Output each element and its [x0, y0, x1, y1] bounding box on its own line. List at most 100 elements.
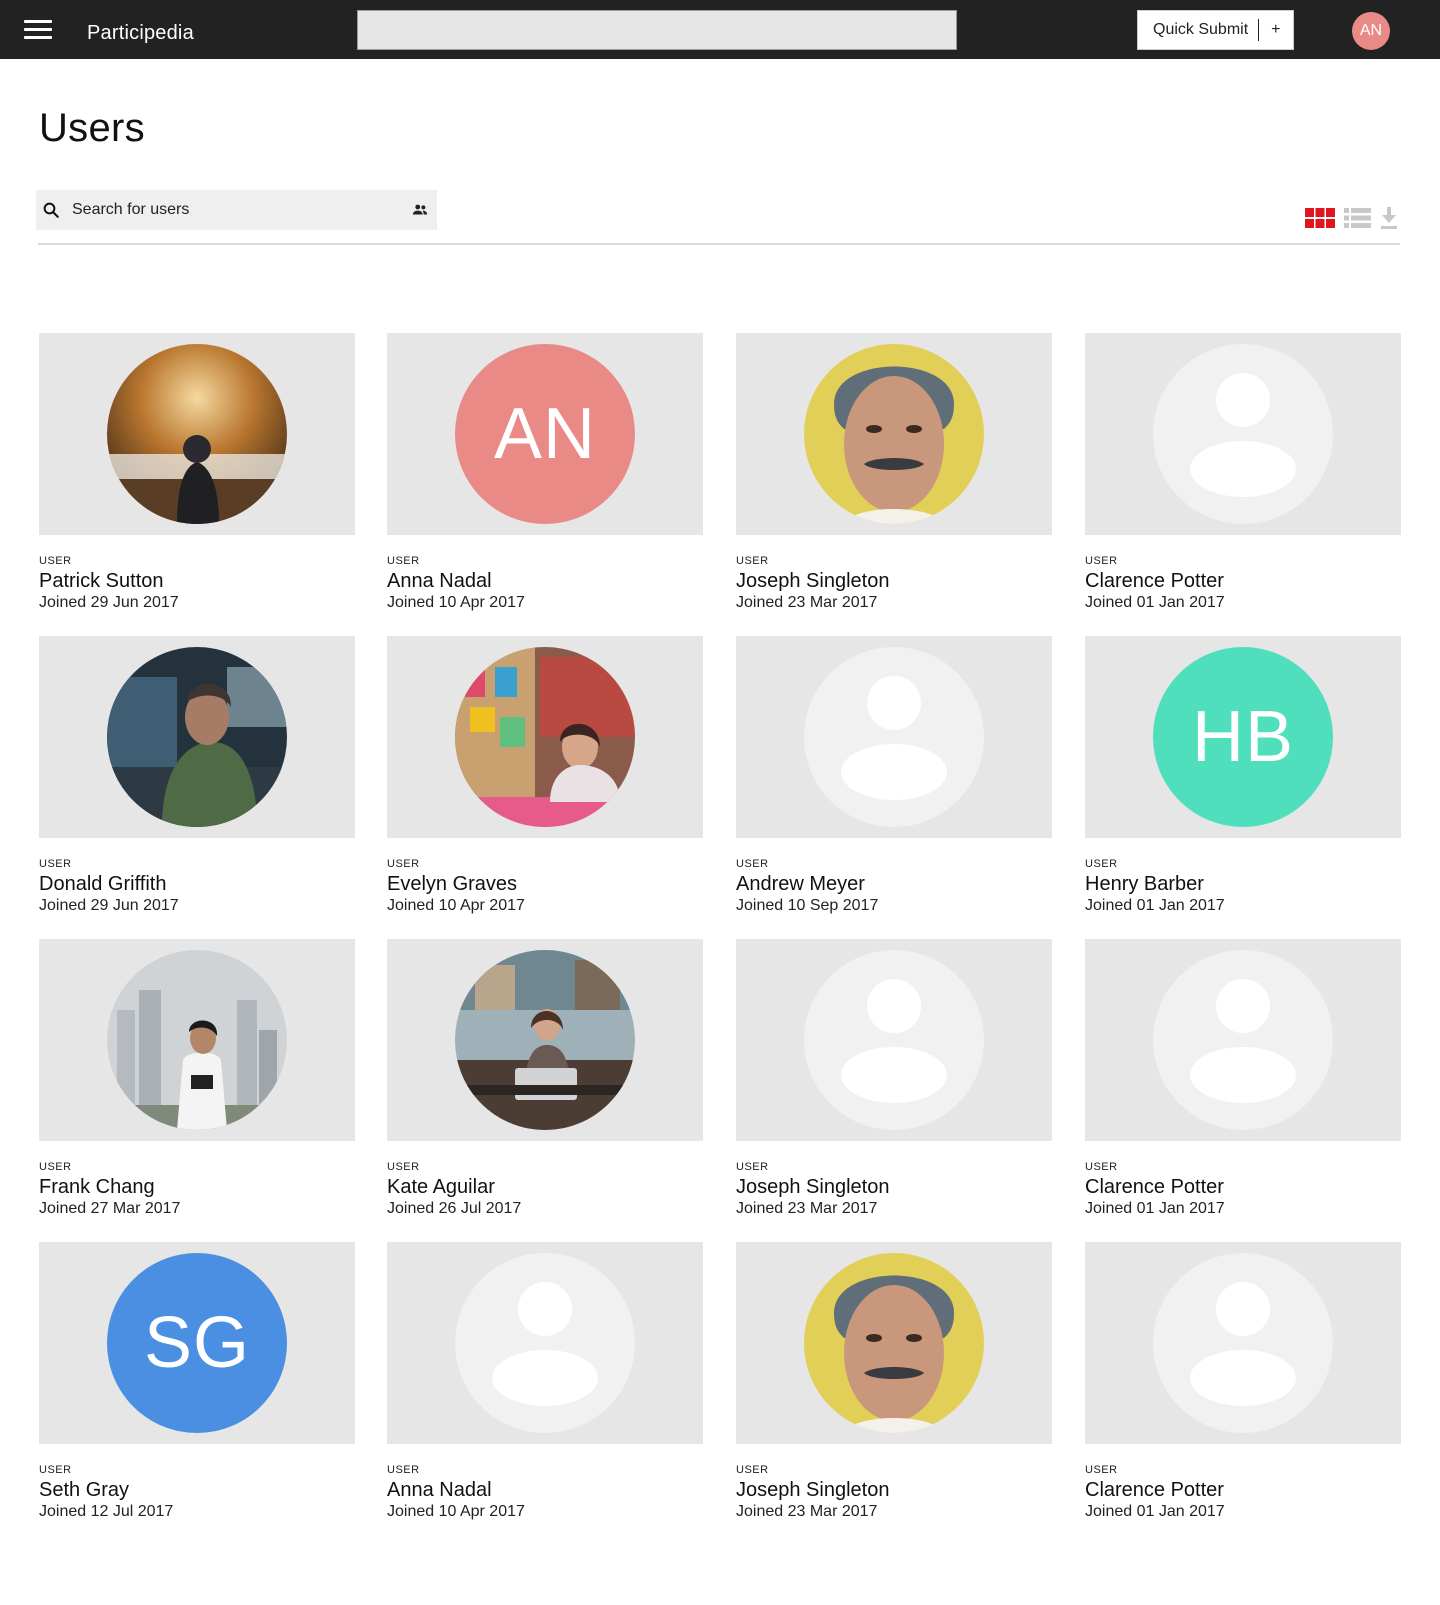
user-initials-avatar: SG [107, 1253, 287, 1433]
user-joined-date: Joined 10 Sep 2017 [736, 897, 879, 914]
user-role-label: USER [736, 1161, 769, 1173]
download-icon[interactable] [1380, 207, 1398, 229]
user-joined-date: Joined 29 Jun 2017 [39, 594, 179, 611]
user-initials-avatar: HB [1153, 647, 1333, 827]
quick-submit-divider [1258, 19, 1260, 41]
default-user-icon [804, 647, 984, 827]
user-card-thumbnail: SG [39, 1242, 355, 1444]
user-photo [107, 344, 287, 524]
user-photo [804, 1253, 984, 1433]
user-card-5[interactable]: USER Donald Griffith Joined 29 Jun 2017 [39, 636, 355, 914]
user-card-thumbnail [39, 333, 355, 535]
user-card-thumbnail [736, 333, 1052, 535]
user-photo [804, 344, 984, 524]
default-user-icon [1153, 1253, 1333, 1433]
default-user-icon [804, 950, 984, 1130]
list-view-icon[interactable] [1344, 208, 1371, 228]
user-avatar[interactable]: AN [1352, 12, 1390, 50]
user-card-thumbnail [387, 636, 703, 838]
user-card-2[interactable]: AN USER Anna Nadal Joined 10 Apr 2017 [387, 333, 703, 611]
user-name: Kate Aguilar [387, 1176, 495, 1198]
user-card-4[interactable]: USER Clarence Potter Joined 01 Jan 2017 [1085, 333, 1401, 611]
user-card-10[interactable]: USER Kate Aguilar Joined 26 Jul 2017 [387, 939, 703, 1217]
user-joined-date: Joined 23 Mar 2017 [736, 594, 878, 611]
user-joined-date: Joined 12 Jul 2017 [39, 1503, 174, 1520]
user-card-thumbnail [1085, 1242, 1401, 1444]
user-joined-date: Joined 01 Jan 2017 [1085, 1503, 1225, 1520]
user-name: Evelyn Graves [387, 873, 518, 895]
user-joined-date: Joined 01 Jan 2017 [1085, 1200, 1225, 1217]
avatar-initials-text: SG [143, 1303, 251, 1383]
user-role-label: USER [1085, 858, 1118, 870]
user-card-thumbnail [1085, 333, 1401, 535]
user-card-6[interactable]: USER Evelyn Graves Joined 10 Apr 2017 [387, 636, 703, 914]
user-name: Joseph Singleton [736, 1479, 890, 1501]
hamburger-menu-icon[interactable] [24, 20, 52, 40]
user-card-7[interactable]: USER Andrew Meyer Joined 10 Sep 2017 [736, 636, 1052, 914]
user-role-label: USER [387, 1464, 420, 1476]
user-card-thumbnail [1085, 939, 1401, 1141]
user-role-label: USER [39, 555, 72, 567]
user-name: Henry Barber [1085, 873, 1204, 895]
user-role-label: USER [736, 555, 769, 567]
quick-submit-button[interactable]: Quick Submit + [1137, 10, 1294, 50]
user-joined-date: Joined 29 Jun 2017 [39, 897, 179, 914]
search-users-input[interactable] [72, 201, 392, 219]
user-card-9[interactable]: USER Frank Chang Joined 27 Mar 2017 [39, 939, 355, 1217]
user-role-label: USER [387, 1161, 420, 1173]
user-name: Andrew Meyer [736, 873, 865, 895]
user-card-12[interactable]: USER Clarence Potter Joined 01 Jan 2017 [1085, 939, 1401, 1217]
search-icon[interactable] [42, 201, 60, 219]
user-card-thumbnail [39, 939, 355, 1141]
user-role-label: USER [1085, 1161, 1118, 1173]
default-user-icon [1153, 950, 1333, 1130]
user-card-thumbnail [39, 636, 355, 838]
quick-submit-label: Quick Submit [1153, 21, 1249, 38]
user-card-thumbnail: HB [1085, 636, 1401, 838]
default-user-icon [455, 1253, 635, 1433]
user-card-13[interactable]: SG USER Seth Gray Joined 12 Jul 2017 [39, 1242, 355, 1520]
user-name: Patrick Sutton [39, 570, 164, 592]
user-role-label: USER [736, 858, 769, 870]
user-name: Clarence Potter [1085, 1176, 1224, 1198]
user-joined-date: Joined 10 Apr 2017 [387, 1503, 525, 1520]
user-photo [107, 950, 287, 1130]
user-joined-date: Joined 23 Mar 2017 [736, 1503, 878, 1520]
user-name: Clarence Potter [1085, 1479, 1224, 1501]
people-icon[interactable] [411, 201, 429, 219]
user-card-14[interactable]: USER Anna Nadal Joined 10 Apr 2017 [387, 1242, 703, 1520]
page-title: Users [39, 106, 145, 150]
user-card-thumbnail [387, 939, 703, 1141]
user-joined-date: Joined 26 Jul 2017 [387, 1200, 522, 1217]
user-role-label: USER [387, 555, 420, 567]
user-role-label: USER [387, 858, 420, 870]
user-role-label: USER [1085, 1464, 1118, 1476]
user-joined-date: Joined 23 Mar 2017 [736, 1200, 878, 1217]
user-search-bar [36, 190, 437, 230]
user-card-8[interactable]: HB USER Henry Barber Joined 01 Jan 2017 [1085, 636, 1401, 914]
user-initials-avatar: AN [455, 344, 635, 524]
user-photo [107, 647, 287, 827]
avatar-initials-text: HB [1191, 697, 1295, 777]
user-name: Joseph Singleton [736, 1176, 890, 1198]
user-card-thumbnail [736, 939, 1052, 1141]
user-name: Anna Nadal [387, 1479, 492, 1501]
user-card-3[interactable]: USER Joseph Singleton Joined 23 Mar 2017 [736, 333, 1052, 611]
user-card-15[interactable]: USER Joseph Singleton Joined 23 Mar 2017 [736, 1242, 1052, 1520]
user-joined-date: Joined 01 Jan 2017 [1085, 594, 1225, 611]
default-user-icon [1153, 344, 1333, 524]
user-role-label: USER [39, 858, 72, 870]
user-card-1[interactable]: USER Patrick Sutton Joined 29 Jun 2017 [39, 333, 355, 611]
global-search-input[interactable] [357, 10, 957, 50]
top-navigation-bar: Participedia Quick Submit + AN [0, 0, 1440, 59]
user-card-16[interactable]: USER Clarence Potter Joined 01 Jan 2017 [1085, 1242, 1401, 1520]
user-photo [455, 647, 635, 827]
toolbar-divider [38, 243, 1400, 245]
user-card-11[interactable]: USER Joseph Singleton Joined 23 Mar 2017 [736, 939, 1052, 1217]
user-name: Seth Gray [39, 1479, 130, 1501]
grid-view-icon[interactable] [1305, 208, 1335, 228]
user-name: Donald Griffith [39, 873, 167, 895]
brand-logo[interactable]: Participedia [87, 22, 194, 45]
user-card-thumbnail [736, 1242, 1052, 1444]
user-photo [455, 950, 635, 1130]
